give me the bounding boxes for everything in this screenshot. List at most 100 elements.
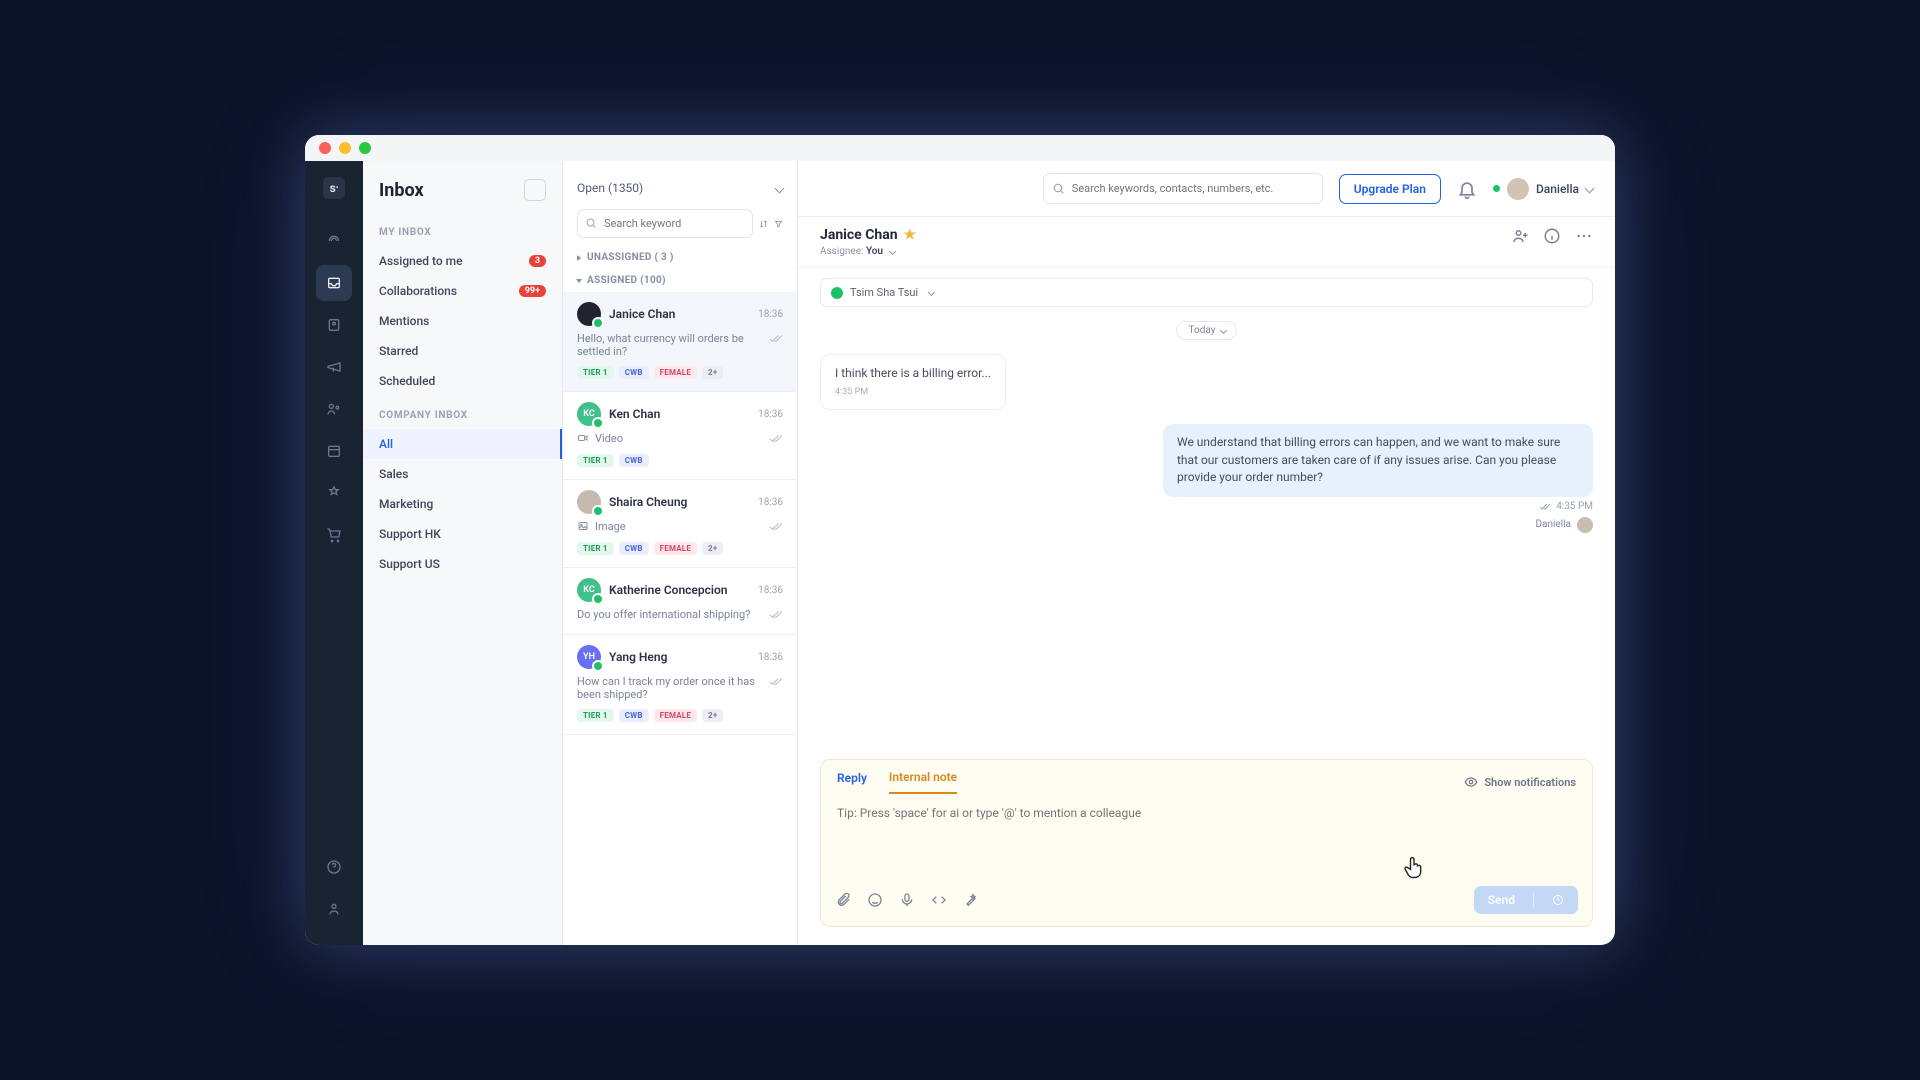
- group-assigned-label: ASSIGNED (100): [587, 275, 666, 286]
- sidebar-item-marketing[interactable]: Marketing: [363, 489, 562, 519]
- conversation-time: 18:36: [758, 585, 783, 596]
- conversation-time: 18:36: [758, 309, 783, 320]
- sidebar-item-badge: 3: [529, 255, 546, 267]
- date-separator-label: Today: [1189, 325, 1216, 336]
- star-icon[interactable]: ★: [904, 227, 917, 243]
- conversation-preview: Hello, what currency will orders be sett…: [577, 332, 763, 358]
- tag-chip: TIER 1: [577, 542, 614, 555]
- rail-contacts-icon[interactable]: [316, 307, 352, 343]
- internal-note-tab[interactable]: Internal note: [889, 770, 957, 794]
- date-separator[interactable]: Today: [1176, 321, 1238, 340]
- sidebar-collapse-button[interactable]: [524, 179, 546, 201]
- top-toolbar: Upgrade Plan Daniella: [798, 161, 1615, 217]
- sidebar-item-scheduled[interactable]: Scheduled: [363, 366, 562, 396]
- sidebar-section-company: COMPANY INBOX: [363, 396, 562, 429]
- sidebar-item-sales[interactable]: Sales: [363, 459, 562, 489]
- info-icon[interactable]: [1543, 227, 1561, 245]
- conversation-search-input[interactable]: [577, 209, 753, 238]
- read-receipt-icon: [769, 332, 783, 346]
- incoming-message: I think there is a billing error... 4:35…: [820, 354, 1006, 410]
- chevron-down-icon: [775, 183, 785, 193]
- presence-dot-icon: [592, 417, 604, 429]
- tag-chip: CWB: [619, 366, 649, 379]
- sidebar-item-all[interactable]: All: [363, 429, 562, 459]
- tag-chip: FEMALE: [654, 709, 697, 722]
- sort-icon[interactable]: [759, 215, 768, 233]
- assignee-value[interactable]: You: [866, 246, 883, 257]
- attachment-icon[interactable]: [835, 892, 851, 908]
- rail-campaign-icon[interactable]: [316, 349, 352, 385]
- rail-integrations-icon[interactable]: [316, 475, 352, 511]
- magic-wand-icon[interactable]: [963, 892, 979, 908]
- read-receipt-icon: [769, 608, 783, 622]
- bell-icon[interactable]: [1457, 179, 1477, 199]
- app-window: s•: [305, 135, 1615, 945]
- close-window-button[interactable]: [319, 142, 331, 154]
- search-icon: [585, 217, 597, 229]
- code-icon[interactable]: [931, 892, 947, 908]
- conversation-avatar: KC: [577, 402, 601, 426]
- chevron-down-icon: [1585, 184, 1595, 194]
- chevron-down-icon: [1220, 327, 1227, 334]
- conversation-preview: Image: [595, 520, 763, 533]
- app-logo[interactable]: s•: [323, 177, 345, 199]
- group-unassigned-label: UNASSIGNED ( 3 ): [587, 252, 674, 263]
- clock-icon: [1552, 894, 1564, 906]
- conversation-contact-name: Janice Chan: [820, 227, 898, 243]
- window-titlebar: [305, 135, 1615, 161]
- tag-chip: CWB: [619, 542, 649, 555]
- sidebar-item-assigned-to-me[interactable]: Assigned to me3: [363, 246, 562, 276]
- conversation-item[interactable]: YH Yang Heng 18:36 How can I track my or…: [563, 635, 797, 735]
- sidebar-section-my: MY INBOX: [363, 213, 562, 246]
- rail-inbox-icon[interactable]: [316, 265, 352, 301]
- sidebar-item-mentions[interactable]: Mentions: [363, 306, 562, 336]
- show-notifications-toggle[interactable]: Show notifications: [1464, 775, 1576, 789]
- more-icon[interactable]: [1575, 227, 1593, 245]
- maximize-window-button[interactable]: [359, 142, 371, 154]
- presence-dot-icon: [592, 317, 604, 329]
- add-participant-icon[interactable]: [1511, 227, 1529, 245]
- group-assigned-header[interactable]: ASSIGNED (100): [563, 269, 797, 292]
- send-button[interactable]: Send: [1474, 886, 1578, 914]
- user-menu[interactable]: Daniella: [1493, 178, 1593, 200]
- sidebar-item-support-hk[interactable]: Support HK: [363, 519, 562, 549]
- filter-icon[interactable]: [774, 215, 783, 233]
- sidebar-item-badge: 99+: [519, 285, 546, 297]
- conversation-item[interactable]: Janice Chan 18:36 Hello, what currency w…: [563, 292, 797, 392]
- conversation-name: Shaira Cheung: [609, 495, 750, 509]
- rail-team-icon[interactable]: [316, 391, 352, 427]
- rail-help-icon[interactable]: [316, 849, 352, 885]
- read-receipt-icon: [769, 520, 783, 534]
- channel-location-selector[interactable]: Tsim Sha Tsui: [820, 278, 1593, 307]
- sidebar-item-label: Support US: [379, 557, 440, 571]
- sidebar-item-label: All: [379, 437, 393, 451]
- group-unassigned-header[interactable]: UNASSIGNED ( 3 ): [563, 246, 797, 269]
- tag-chip: TIER 1: [577, 454, 614, 467]
- tag-chip: 2+: [702, 709, 723, 722]
- sidebar-item-label: Support HK: [379, 527, 441, 541]
- status-filter-dropdown[interactable]: Open (1350): [577, 173, 783, 203]
- conversation-item[interactable]: KC Katherine Concepcion 18:36 Do you off…: [563, 568, 797, 635]
- emoji-icon[interactable]: [867, 892, 883, 908]
- reply-tab[interactable]: Reply: [837, 771, 867, 793]
- minimize-window-button[interactable]: [339, 142, 351, 154]
- read-receipt-icon: [1539, 501, 1551, 513]
- sidebar-item-support-us[interactable]: Support US: [363, 549, 562, 579]
- rail-calendar-icon[interactable]: [316, 433, 352, 469]
- global-search-input[interactable]: [1043, 173, 1323, 204]
- sidebar-item-starred[interactable]: Starred: [363, 336, 562, 366]
- presence-dot-icon: [592, 593, 604, 605]
- conversation-name: Yang Heng: [609, 650, 750, 664]
- sidebar-item-collaborations[interactable]: Collaborations99+: [363, 276, 562, 306]
- video-icon: [577, 432, 589, 444]
- conversation-item[interactable]: KC Ken Chan 18:36 Video TIER 1CWB: [563, 392, 797, 480]
- composer-textarea[interactable]: [821, 794, 1592, 878]
- rail-settings-icon[interactable]: [316, 891, 352, 927]
- tag-chip: 2+: [702, 542, 723, 555]
- conversation-item[interactable]: Shaira Cheung 18:36 Image TIER 1CWBFEMAL…: [563, 480, 797, 568]
- rail-broadcast-icon[interactable]: [316, 223, 352, 259]
- microphone-icon[interactable]: [899, 892, 915, 908]
- rail-commerce-icon[interactable]: [316, 517, 352, 553]
- show-notifications-label: Show notifications: [1484, 776, 1576, 789]
- upgrade-plan-button[interactable]: Upgrade Plan: [1339, 174, 1441, 204]
